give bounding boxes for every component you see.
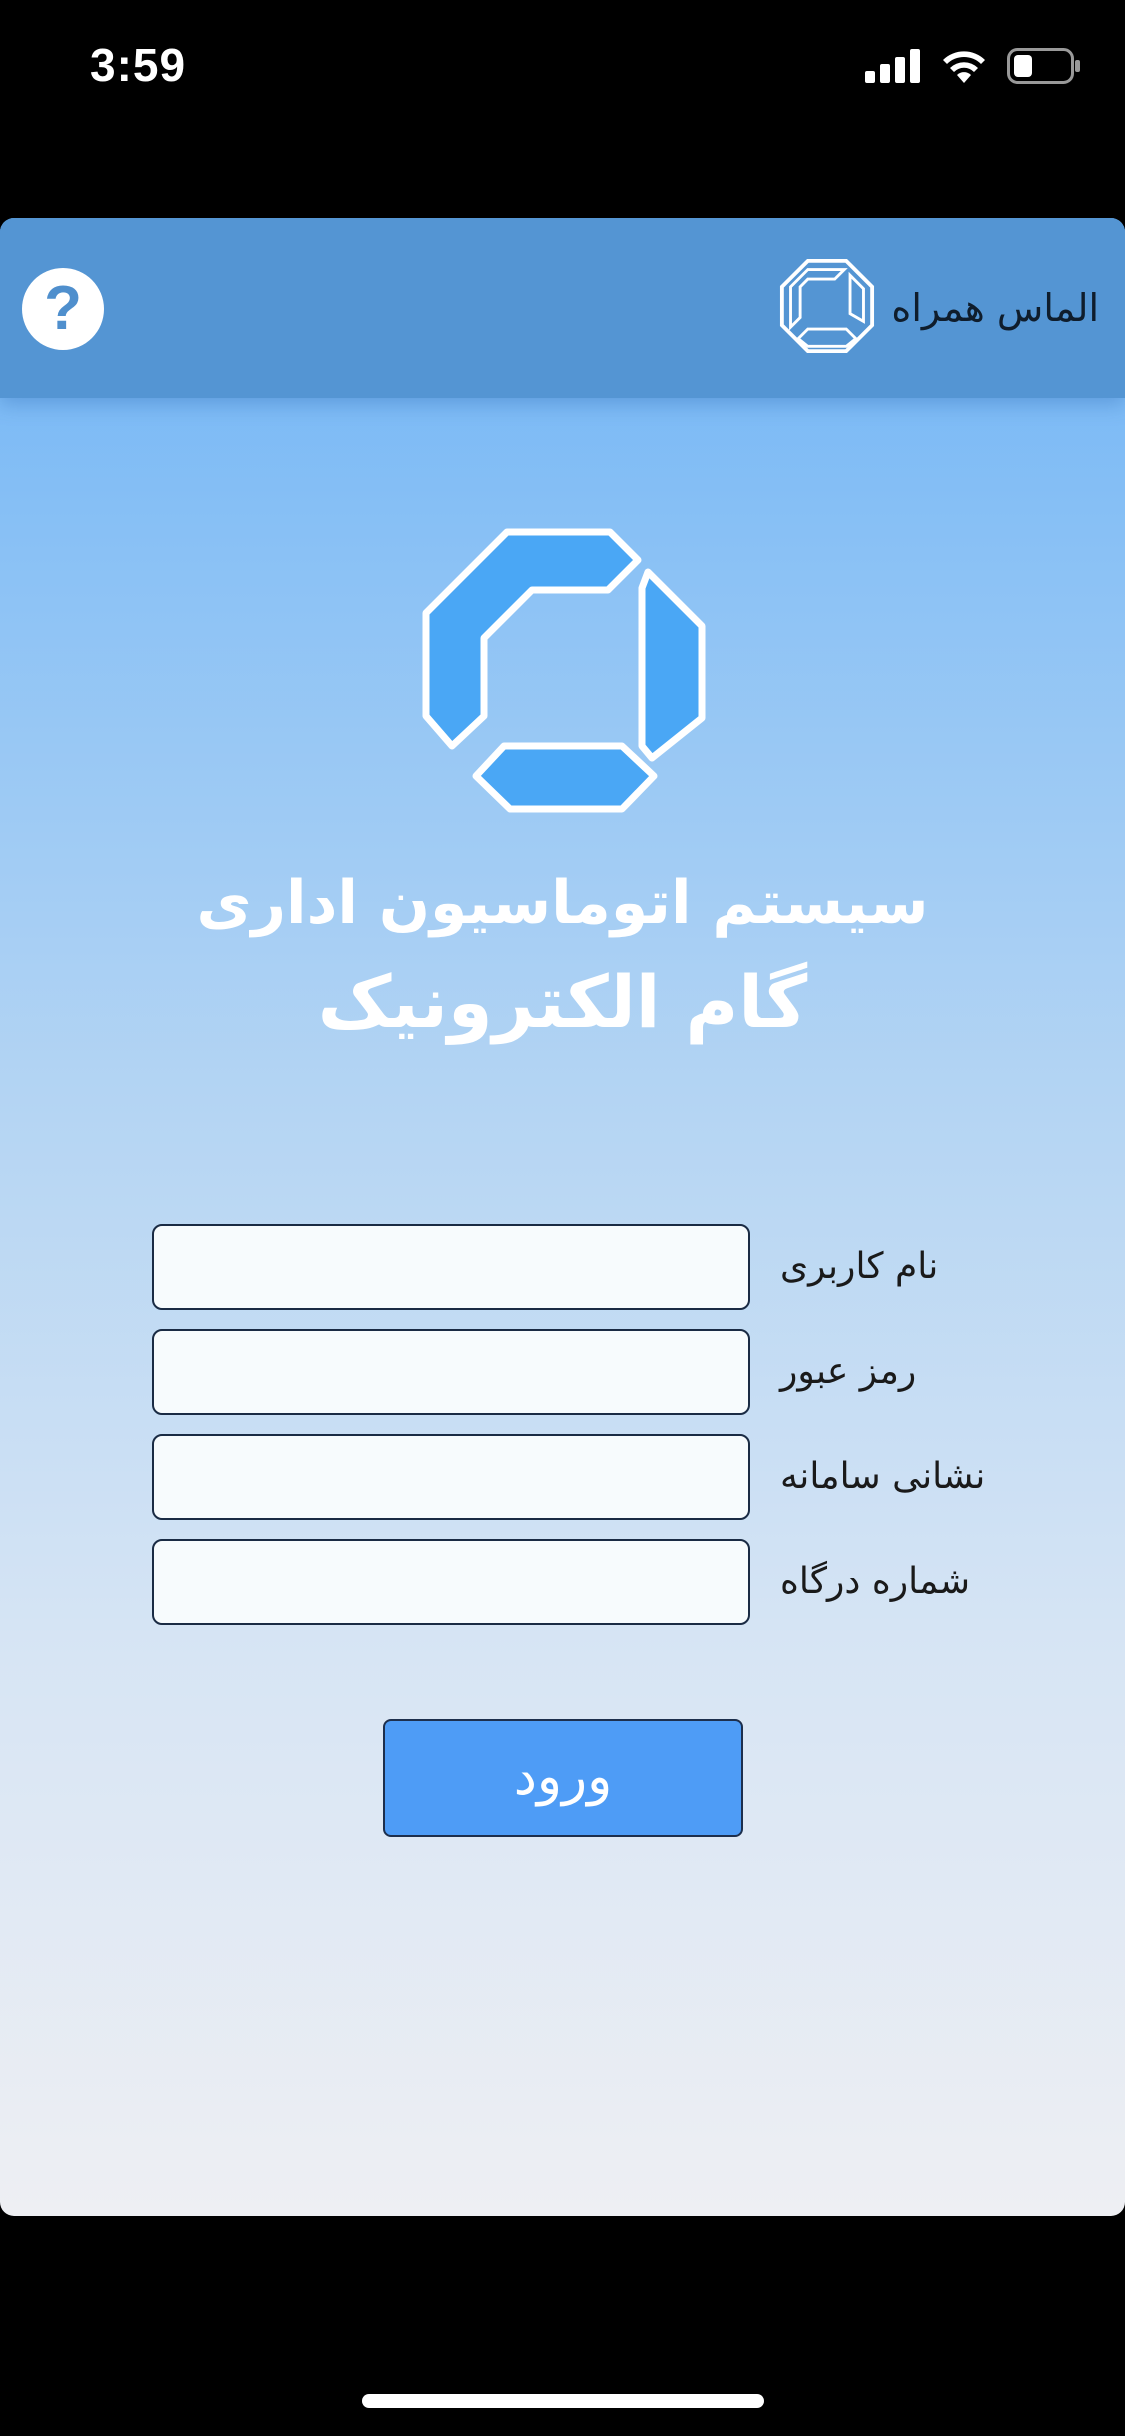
server-address-input[interactable]	[152, 1434, 750, 1520]
app-title: الماس همراه	[891, 286, 1099, 330]
username-label: نام کاربری	[780, 1246, 939, 1287]
status-time: 3:59	[90, 39, 187, 91]
username-input[interactable]	[152, 1224, 750, 1310]
gam-logo-icon	[422, 528, 707, 813]
port-number-input[interactable]	[152, 1539, 750, 1625]
slogan-line-2: گام الکترونیک	[317, 960, 808, 1044]
brand: الماس همراه	[779, 258, 1099, 358]
status-icons	[865, 48, 1081, 88]
server-address-label: نشانی سامانه	[780, 1456, 986, 1497]
battery-icon	[1007, 48, 1081, 88]
password-row: رمز عبور	[152, 1329, 992, 1419]
port-number-row: شماره درگاه	[152, 1539, 992, 1629]
password-label: رمز عبور	[780, 1351, 917, 1392]
port-number-label: شماره درگاه	[780, 1561, 971, 1602]
server-address-row: نشانی سامانه	[152, 1434, 992, 1524]
home-indicator[interactable]	[362, 2394, 764, 2408]
cellular-signal-icon	[865, 49, 921, 87]
username-row: نام کاربری	[152, 1224, 992, 1314]
slogan-line-1: سیستم اتوماسیون اداری	[196, 868, 929, 938]
app-header: ? الماس همراه	[0, 218, 1125, 398]
app-logo-small-icon	[779, 258, 875, 358]
login-button[interactable]: ورود	[383, 1719, 743, 1837]
wifi-icon	[941, 49, 987, 87]
status-bar: 3:59	[0, 0, 1125, 140]
phone-screen: 3:59 ? الماس همراه سیستم اتوماسیون اداری…	[0, 0, 1125, 2436]
password-input[interactable]	[152, 1329, 750, 1415]
help-button[interactable]: ?	[22, 268, 104, 350]
app-container: ? الماس همراه سیستم اتوماسیون اداری گام …	[0, 218, 1125, 2216]
